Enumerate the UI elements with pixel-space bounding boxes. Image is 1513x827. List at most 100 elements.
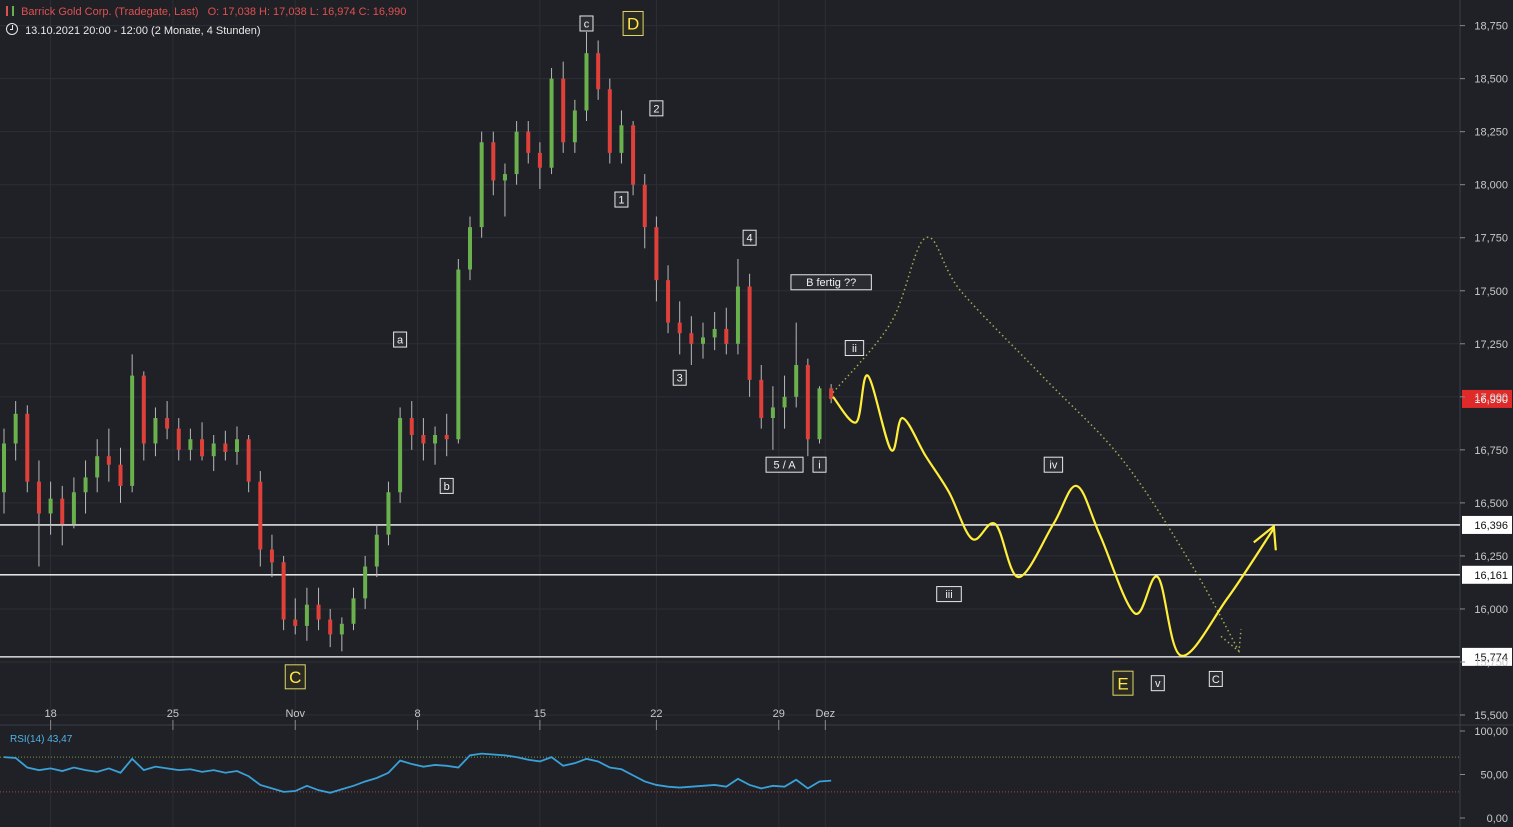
candle-up: [304, 604, 309, 626]
candle-down: [25, 413, 30, 482]
candle-up: [374, 534, 379, 567]
candle-down: [281, 562, 286, 620]
wave-label: iii: [936, 586, 962, 603]
candle-down: [258, 481, 263, 550]
wave-label: c: [579, 15, 594, 32]
candle-down: [165, 418, 170, 429]
wave-label: v: [1150, 675, 1165, 692]
candle-up: [398, 418, 403, 493]
candle-down: [200, 439, 205, 457]
y-tick-label: 18,000: [1474, 180, 1508, 192]
candle-down: [677, 322, 682, 334]
candle-down: [269, 549, 274, 563]
wave-label-text: B fertig ??: [806, 277, 856, 289]
candle-up: [735, 286, 740, 344]
wave-label-text: 2: [653, 103, 659, 115]
candle-down: [36, 481, 41, 514]
candle-up: [514, 131, 519, 175]
y-tick-label: 16,250: [1474, 551, 1508, 563]
rsi-tick-label: 50,00: [1480, 770, 1508, 782]
y-tick-label: 17,500: [1474, 286, 1508, 298]
candle-up: [712, 328, 717, 338]
wave-label: E: [1112, 670, 1134, 696]
candle-up: [701, 337, 705, 344]
candle-down: [60, 498, 65, 525]
candle-up: [433, 435, 438, 444]
wave-label: B fertig ??: [790, 274, 872, 291]
candle-up: [13, 413, 18, 444]
candle-down: [805, 365, 810, 440]
wave-label-text: i: [818, 460, 820, 472]
x-tick-label: 22: [650, 708, 662, 720]
candle-up: [782, 396, 787, 408]
wave-label-text: 5 / A: [774, 460, 797, 472]
wave-label: iv: [1043, 456, 1064, 473]
wave-label-text: ii: [852, 343, 857, 355]
candle-up: [572, 110, 577, 143]
x-tick-label: Dez: [816, 708, 836, 720]
candle-down: [607, 89, 612, 153]
y-tick-label: 18,250: [1474, 127, 1508, 139]
candle-down: [666, 280, 671, 323]
candle-down: [491, 142, 496, 181]
range-text: 13.10.2021 20:00 - 12:00 (2 Monate, 4 St…: [25, 25, 261, 37]
wave-label-text: E: [1117, 674, 1128, 693]
rsi-tick-label: 0,00: [1487, 813, 1508, 825]
candle-up: [188, 439, 193, 450]
candle-down: [596, 53, 601, 90]
candle-up: [235, 439, 239, 452]
candle-up: [549, 78, 554, 168]
wave-label: C: [284, 664, 306, 690]
y-tick-label: 18,750: [1474, 21, 1508, 33]
wave-label-text: 4: [747, 233, 753, 245]
candle-down: [316, 604, 321, 620]
candle-up: [502, 174, 507, 181]
clock-icon: [6, 23, 18, 35]
y-tick-label: 16,750: [1474, 445, 1508, 457]
ohlc-values: O: 17,038 H: 17,038 L: 16,974 C: 16,990: [207, 6, 407, 18]
candle-down: [421, 435, 426, 444]
chart-range: 13.10.2021 20:00 - 12:00 (2 Monate, 4 St…: [6, 23, 261, 37]
x-tick-label: 25: [167, 708, 179, 720]
chart-background: [0, 0, 1513, 827]
y-tick-label: 17,000: [1474, 392, 1508, 404]
candle-up: [584, 53, 589, 111]
candle-down: [328, 619, 333, 635]
x-tick-label: 15: [534, 708, 546, 720]
y-tick-label: 16,000: [1474, 604, 1508, 616]
wave-label-text: 1: [618, 195, 624, 207]
y-tick-label: 15,500: [1474, 710, 1508, 722]
wave-label-text: C: [289, 668, 301, 687]
candle-up: [468, 227, 472, 270]
candle-down: [759, 379, 764, 419]
wave-label: 1: [614, 191, 629, 208]
candle-up: [211, 443, 216, 457]
x-tick-label: 29: [773, 708, 785, 720]
candle-down: [654, 227, 659, 281]
candle-up: [817, 388, 822, 440]
candle-down: [106, 456, 111, 465]
candle-down: [689, 333, 694, 344]
candle-down: [223, 443, 228, 452]
wave-label: ii: [844, 340, 865, 357]
candle-down: [444, 435, 449, 440]
y-tick-label: 15,750: [1474, 657, 1508, 669]
wave-label-text: C: [1212, 674, 1220, 686]
candle-down: [747, 286, 752, 380]
y-tick-label: 16,500: [1474, 498, 1508, 510]
candle-down: [631, 125, 636, 185]
candle-up: [130, 375, 135, 486]
candle-up: [48, 498, 53, 514]
candle-up: [479, 142, 484, 228]
x-tick-label: 18: [44, 708, 56, 720]
wave-label-text: a: [397, 335, 404, 347]
candle-down: [526, 131, 531, 153]
candle-up: [71, 492, 76, 525]
candle-down: [724, 328, 729, 344]
x-tick-label: Nov: [285, 708, 305, 720]
level-label: 16,161: [1474, 570, 1508, 582]
candle-up: [386, 492, 391, 535]
wave-label-text: D: [627, 15, 639, 34]
wave-label: C: [1208, 670, 1223, 687]
wave-label: D: [622, 10, 644, 36]
